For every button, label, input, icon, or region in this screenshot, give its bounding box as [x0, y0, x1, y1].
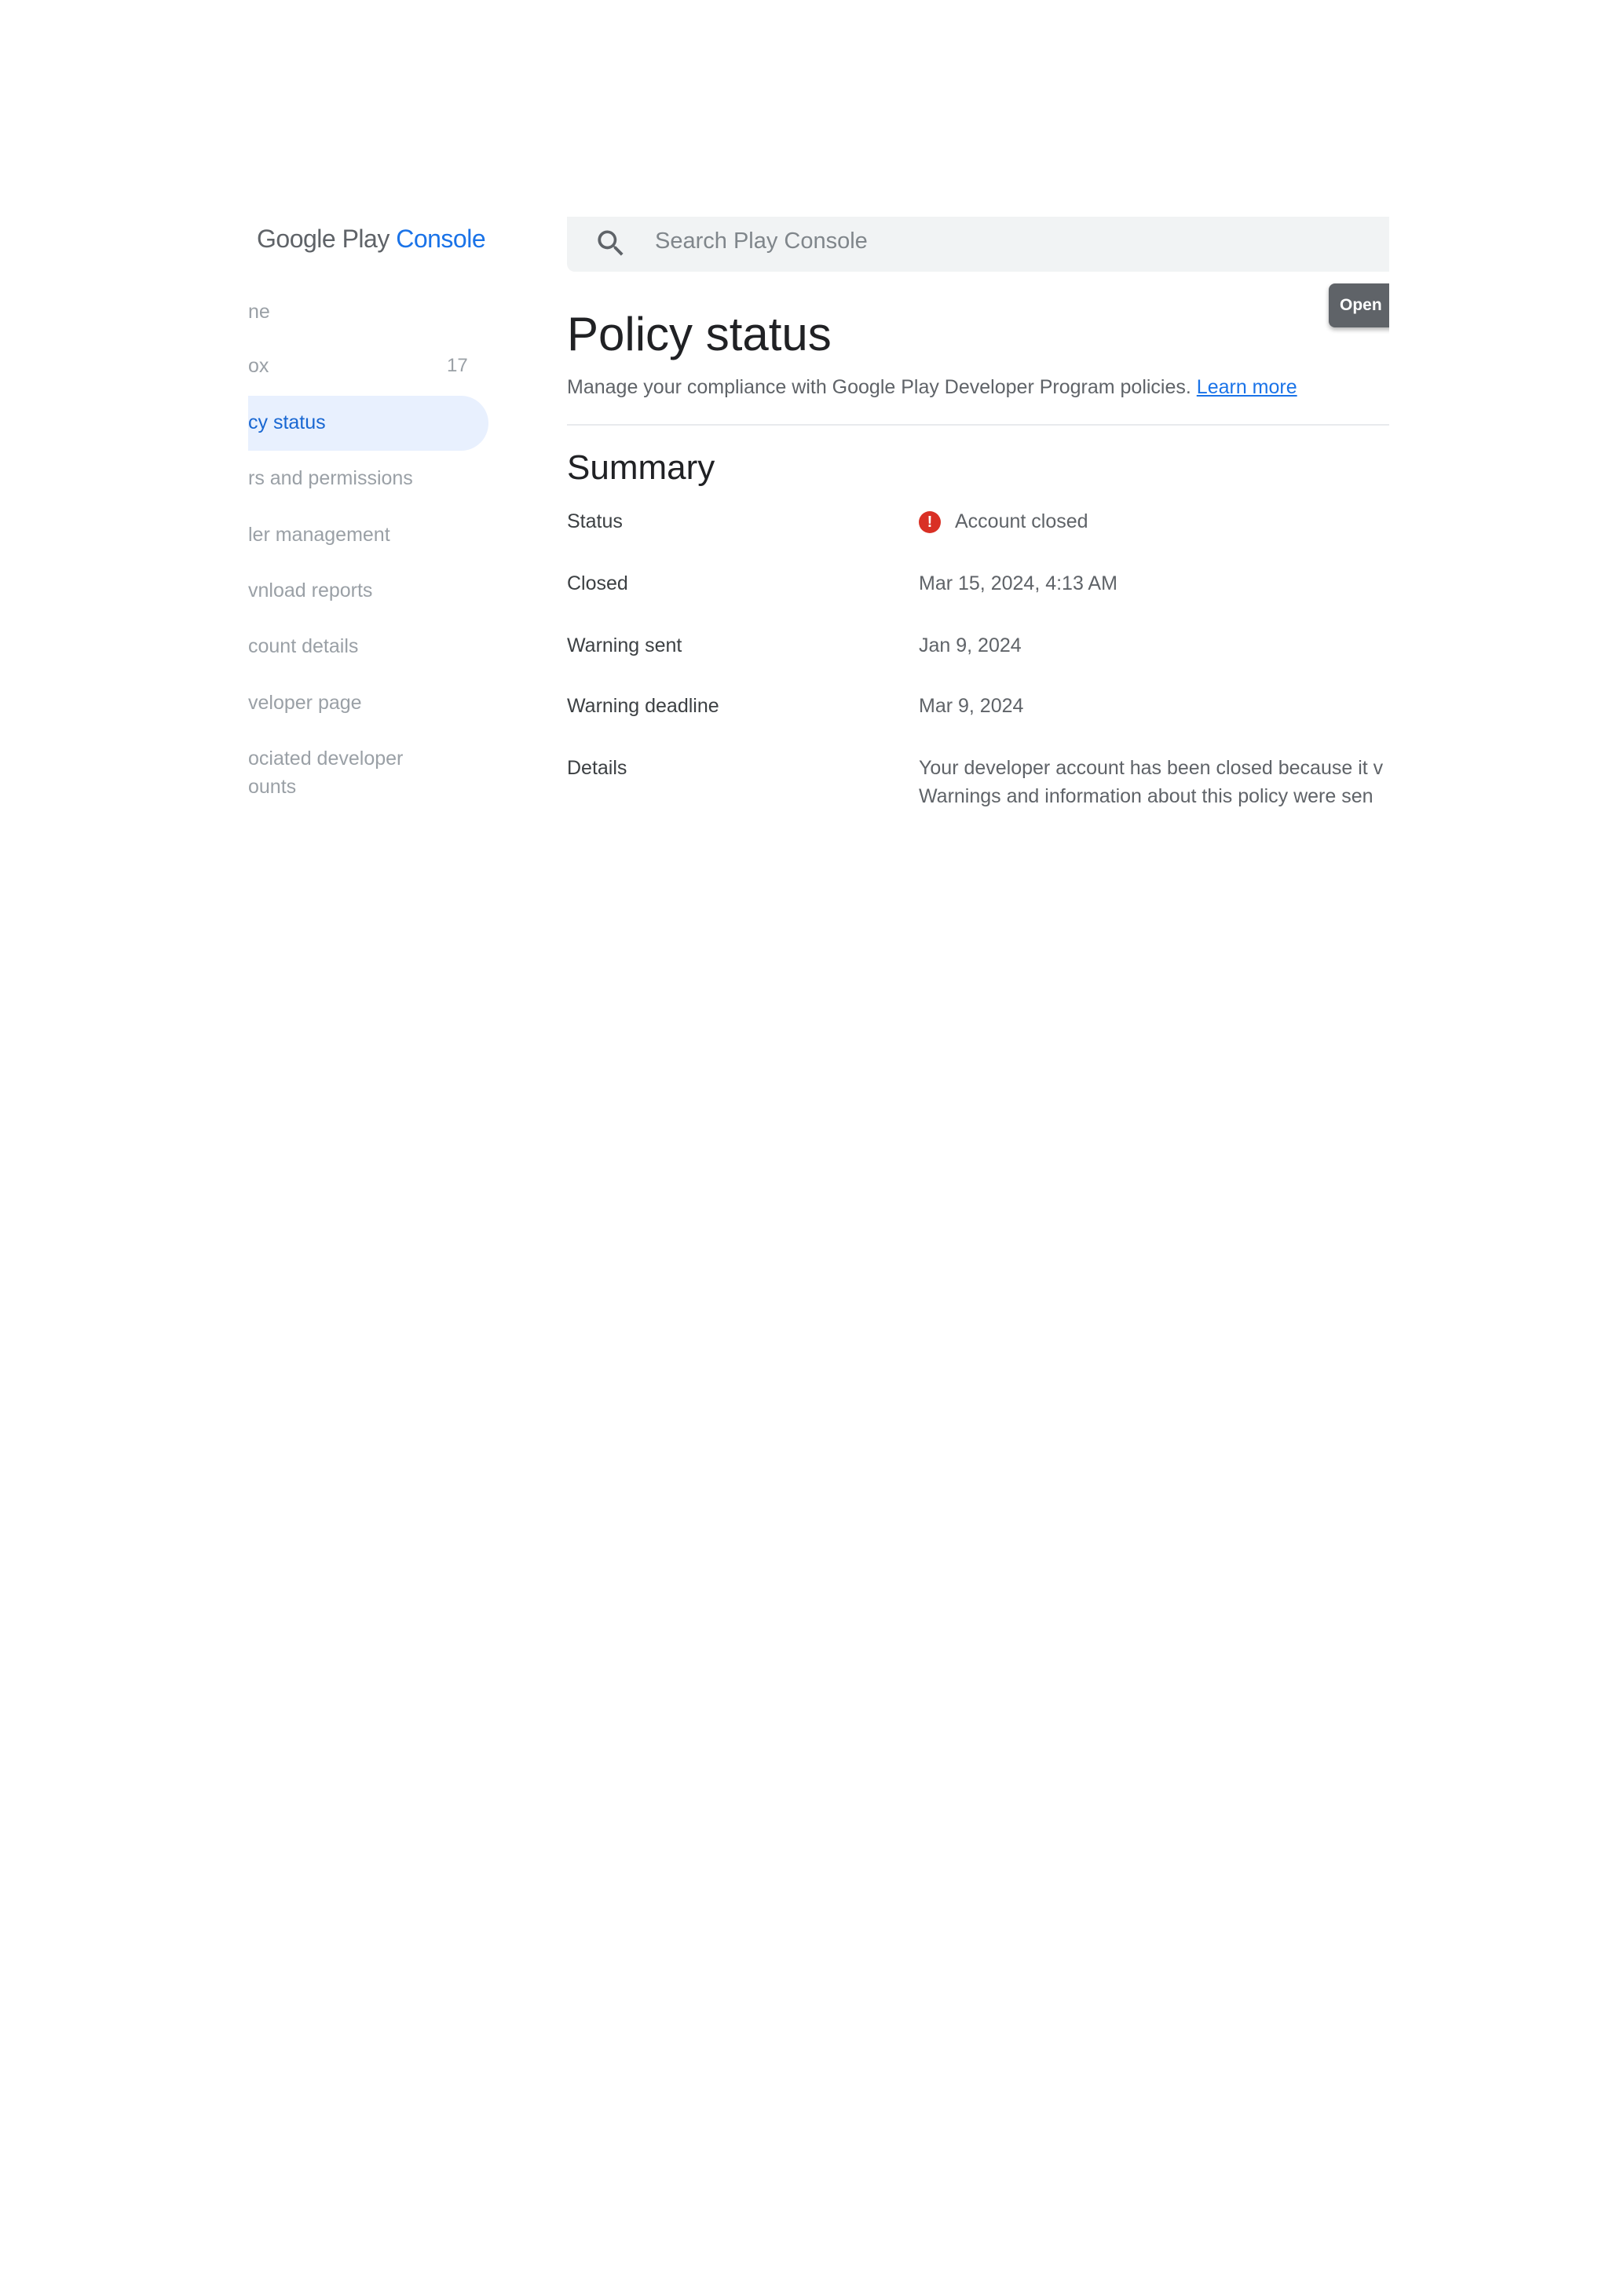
warning-deadline-label: Warning deadline	[567, 695, 719, 717]
description-text: Manage your compliance with Google Play …	[567, 376, 1191, 398]
page-description: Manage your compliance with Google Play …	[567, 376, 1297, 399]
page-title: Policy status	[567, 308, 832, 360]
sidebar-item-associated-accounts[interactable]: ociated developer	[248, 748, 403, 770]
status-label: Status	[567, 510, 623, 532]
sidebar-item-account-details[interactable]: count details	[248, 635, 358, 658]
closed-label: Closed	[567, 572, 628, 594]
search-input[interactable]: Search Play Console	[655, 229, 868, 254]
logo-console-text: Console	[396, 225, 486, 253]
sidebar-item-management[interactable]: ler management	[248, 524, 390, 547]
summary-heading: Summary	[567, 448, 715, 487]
learn-more-link[interactable]: Learn more	[1197, 376, 1297, 398]
details-line-1: Your developer account has been closed b…	[919, 757, 1384, 779]
play-console-view: Google Play Console ne ox 17 cy status r…	[248, 217, 1389, 822]
sidebar-item-home[interactable]: ne	[248, 301, 270, 324]
search-icon[interactable]	[594, 226, 628, 261]
sidebar-item-inbox[interactable]: ox	[248, 355, 269, 378]
status-value: Account closed	[955, 510, 1088, 532]
sidebar-item-users-permissions[interactable]: rs and permissions	[248, 467, 413, 490]
open-button[interactable]: Open	[1329, 283, 1389, 327]
warning-sent-label: Warning sent	[567, 634, 682, 656]
closed-value: Mar 15, 2024, 4:13 AM	[919, 572, 1117, 594]
warning-sent-value: Jan 9, 2024	[919, 634, 1022, 656]
inbox-count-badge: 17	[447, 355, 468, 376]
sidebar-item-associated-accounts-line2[interactable]: ounts	[248, 776, 296, 799]
error-icon: !	[919, 511, 941, 533]
divider	[567, 424, 1389, 426]
sidebar-item-policy-status[interactable]: cy status	[248, 411, 326, 434]
google-play-console-logo[interactable]: Google Play Console	[257, 225, 486, 254]
sidebar-item-developer-page[interactable]: veloper page	[248, 692, 362, 715]
details-label: Details	[567, 757, 627, 779]
sidebar-item-download-reports[interactable]: vnload reports	[248, 579, 372, 602]
warning-deadline-value: Mar 9, 2024	[919, 695, 1024, 717]
details-line-2: Warnings and information about this poli…	[919, 785, 1373, 807]
logo-text: Google Play	[257, 225, 390, 253]
